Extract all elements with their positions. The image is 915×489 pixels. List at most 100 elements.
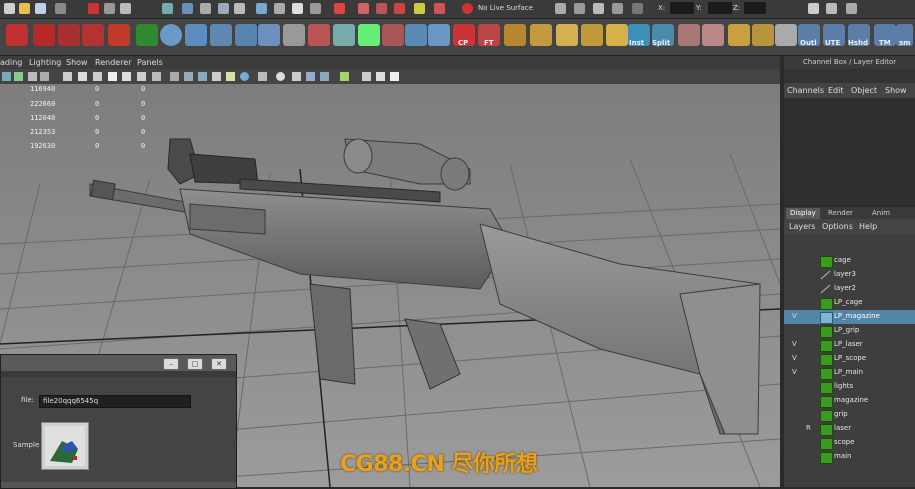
wireframe-icon[interactable] [170,72,179,81]
layer-row-lights[interactable]: lights [784,380,915,394]
shelf-tool-icon[interactable] [358,24,380,46]
shelf-tool-icon[interactable] [235,24,257,46]
show-attribute-editor-icon[interactable] [826,3,837,14]
layer-row-scope[interactable]: scope [784,436,915,450]
menu-object[interactable]: Object [851,86,877,95]
shelf-tool-icon[interactable] [33,24,55,46]
shelf-tool-icon[interactable] [108,24,130,46]
xray-joints-icon[interactable] [306,72,315,81]
shadows-icon[interactable] [258,72,267,81]
close-button[interactable]: ✕ [211,358,227,370]
select-component-icon[interactable] [120,3,131,14]
render-view-icon[interactable] [310,3,321,14]
shelf-tool-icon[interactable] [728,24,750,46]
shelf-tool-icon[interactable] [283,24,305,46]
layer-row-laser[interactable]: R laser [784,422,915,436]
shelf-tool-icon[interactable] [504,24,526,46]
layer-color-swatch[interactable] [820,256,833,268]
open-scene-icon[interactable] [19,3,30,14]
layer-color-swatch[interactable] [820,270,831,280]
safe-action-icon[interactable] [137,72,146,81]
input-line-icon[interactable] [555,3,566,14]
menu-show[interactable]: Show [66,58,88,67]
selection-mode-icon[interactable] [55,3,66,14]
magnet-icon[interactable] [434,3,445,14]
layer-row-lp-main[interactable]: V LP_main [784,366,915,380]
render-settings-icon[interactable] [376,3,387,14]
menu-channels[interactable]: Channels [787,86,824,95]
snap-surface-icon[interactable] [234,3,245,14]
maximize-button[interactable]: □ [187,358,203,370]
bookmark-icon[interactable] [28,72,37,81]
layer-color-swatch[interactable] [820,298,833,310]
shelf-tool-icon[interactable] [185,24,207,46]
rename-icon[interactable] [612,3,623,14]
isolate-select-icon[interactable] [276,72,285,81]
construction-history-icon[interactable] [274,3,285,14]
share-icon[interactable] [390,72,399,81]
dialog-titlebar[interactable]: – □ ✕ [1,355,236,371]
safe-title-icon[interactable] [152,72,161,81]
minimize-button[interactable]: – [163,358,179,370]
new-scene-icon[interactable] [4,3,15,14]
coord-x-field[interactable] [670,2,694,14]
tab-anim[interactable]: Anim [868,208,894,219]
shelf-tool-icon[interactable] [606,24,628,46]
shelf-tool-icon[interactable] [308,24,330,46]
light-icon[interactable] [414,3,425,14]
shelf-tool-icon[interactable] [556,24,578,46]
layer-visibility-toggle[interactable]: V [792,312,804,320]
save-scene-icon[interactable] [35,3,46,14]
shelf-tool-icon[interactable] [405,24,427,46]
layer-row-layer2[interactable]: layer2 [784,282,915,296]
menu-renderer[interactable]: Renderer [95,58,132,67]
grid-toggle-icon[interactable] [63,72,72,81]
live-surface-icon[interactable] [462,3,473,14]
gate-mask-icon[interactable] [108,72,117,81]
all-lights-icon[interactable] [240,72,249,81]
transform-options-icon[interactable] [632,3,643,14]
layer-row-lp-grip[interactable]: LP_grip [784,324,915,338]
layer-visibility-toggle[interactable]: V [792,340,804,348]
layer-color-swatch[interactable] [820,438,833,450]
layer-row-magazine[interactable]: magazine [784,394,915,408]
layer-color-swatch[interactable] [820,382,833,394]
resolution-gate-icon[interactable] [93,72,102,81]
layer-color-swatch[interactable] [820,368,833,380]
hud-icon[interactable] [340,72,349,81]
backface-icon[interactable] [320,72,329,81]
layer-row-layer3[interactable]: layer3 [784,268,915,282]
layer-row-lp-laser[interactable]: V LP_laser [784,338,915,352]
menu-options[interactable]: Options [822,222,853,231]
single-view-icon[interactable] [362,72,371,81]
shelf-tool-icon[interactable] [58,24,80,46]
wireframe-on-shaded-icon[interactable] [198,72,207,81]
shelf-tool-icon[interactable] [678,24,700,46]
absolute-transform-icon[interactable] [574,3,585,14]
help-icon[interactable] [292,3,303,14]
menu-panels[interactable]: Panels [137,58,163,67]
snap-view-icon[interactable] [218,3,229,14]
menu-lighting[interactable]: Lighting [29,58,61,67]
menu-show-channels[interactable]: Show [885,86,907,95]
layer-row-cage[interactable]: cage [784,254,915,268]
layer-color-swatch[interactable] [820,396,833,408]
menu-layers[interactable]: Layers [789,222,815,231]
tab-render[interactable]: Render [824,208,857,219]
default-light-icon[interactable] [226,72,235,81]
layer-color-swatch[interactable] [820,284,831,294]
shelf-tool-icon[interactable] [428,24,450,46]
texture-sample-swatch[interactable] [41,422,89,470]
smooth-shade-icon[interactable] [184,72,193,81]
textured-icon[interactable] [212,72,221,81]
shelf-tool-icon[interactable] [382,24,404,46]
coord-y-field[interactable] [708,2,732,14]
layer-color-swatch[interactable] [820,424,833,436]
shelf-tool-icon[interactable] [6,24,28,46]
field-chart-icon[interactable] [122,72,131,81]
snap-point-icon[interactable] [200,3,211,14]
snap-grid-icon[interactable] [162,3,173,14]
shelf-tool-icon[interactable] [258,24,280,46]
menu-shading[interactable]: ading [0,58,22,67]
camera-attr-icon[interactable] [14,72,23,81]
